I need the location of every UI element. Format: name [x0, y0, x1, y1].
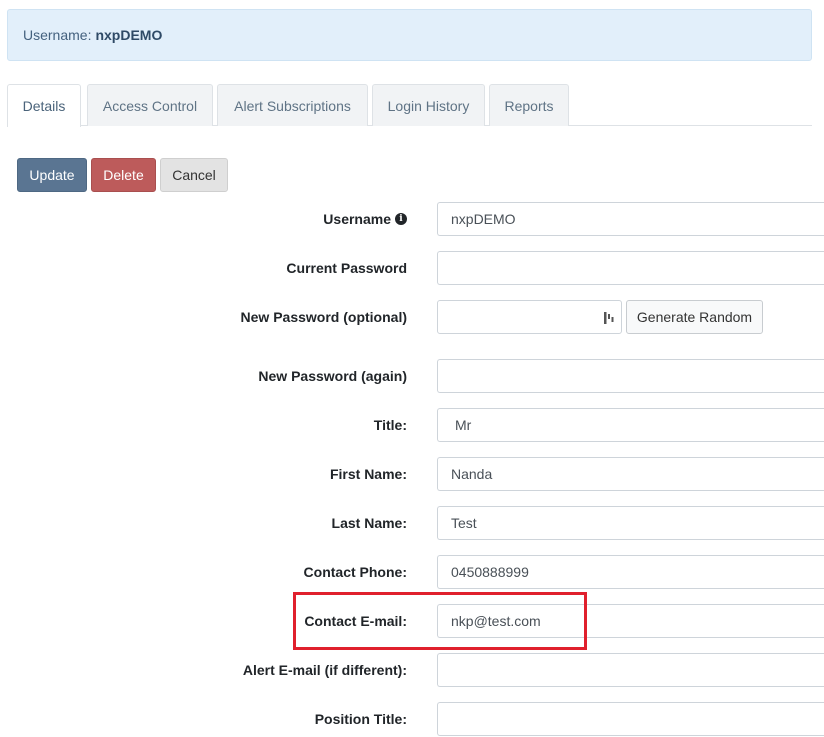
new-password-row: New Password (optional) Generate Random	[0, 300, 824, 334]
new-password-again-row: New Password (again)	[0, 359, 824, 393]
new-password-again-input[interactable]	[437, 359, 824, 393]
position-title-row: Position Title:	[0, 702, 824, 736]
last-name-input[interactable]: Test	[437, 506, 824, 540]
alert-email-label: Alert E-mail (if different):	[242, 662, 407, 678]
position-title-input[interactable]	[437, 702, 824, 736]
cancel-button[interactable]: Cancel	[160, 158, 228, 192]
last-name-label: Last Name:	[331, 515, 407, 531]
username-banner: Username: nxpDEMO	[7, 9, 812, 61]
new-password-label: New Password (optional)	[240, 309, 407, 325]
alert-email-input[interactable]	[437, 653, 824, 687]
contact-phone-row: Contact Phone: 0450888999	[0, 555, 824, 589]
first-name-row: First Name: Nanda	[0, 457, 824, 491]
delete-button[interactable]: Delete	[91, 158, 156, 192]
new-password-input[interactable]	[437, 300, 622, 334]
tab-alert-subscriptions[interactable]: Alert Subscriptions	[217, 84, 368, 126]
username-label: Username i	[323, 202, 407, 236]
info-icon[interactable]: i	[395, 213, 407, 225]
update-button[interactable]: Update	[17, 158, 87, 192]
tab-access-control[interactable]: Access Control	[87, 84, 213, 126]
username-input[interactable]: nxpDEMO	[437, 202, 824, 236]
current-password-row: Current Password	[0, 251, 824, 285]
current-password-label: Current Password	[286, 260, 407, 276]
title-row: Title: Mr	[0, 408, 824, 442]
banner-label: Username:	[23, 27, 92, 43]
tab-login-history[interactable]: Login History	[372, 84, 485, 126]
title-select[interactable]: Mr	[437, 408, 824, 442]
title-label: Title:	[373, 417, 407, 433]
generate-random-button[interactable]: Generate Random	[626, 300, 763, 334]
current-password-input[interactable]	[437, 251, 824, 285]
contact-phone-label: Contact Phone:	[303, 564, 407, 580]
tab-bar: Details Access Control Alert Subscriptio…	[7, 84, 812, 127]
first-name-input[interactable]: Nanda	[437, 457, 824, 491]
tab-details[interactable]: Details	[7, 84, 81, 127]
password-manager-icon[interactable]	[603, 311, 615, 325]
first-name-label: First Name:	[329, 466, 407, 482]
last-name-row: Last Name: Test	[0, 506, 824, 540]
contact-email-row: Contact E-mail: nkp@test.com	[0, 604, 824, 638]
alert-email-row: Alert E-mail (if different):	[0, 653, 824, 687]
new-password-again-label: New Password (again)	[258, 368, 407, 384]
username-row: Username i nxpDEMO	[0, 202, 824, 236]
banner-username: nxpDEMO	[95, 27, 163, 43]
contact-email-label: Contact E-mail:	[304, 613, 407, 629]
tab-reports[interactable]: Reports	[489, 84, 569, 126]
position-title-label: Position Title:	[314, 711, 407, 727]
contact-phone-input[interactable]: 0450888999	[437, 555, 824, 589]
contact-email-input[interactable]: nkp@test.com	[437, 604, 824, 638]
